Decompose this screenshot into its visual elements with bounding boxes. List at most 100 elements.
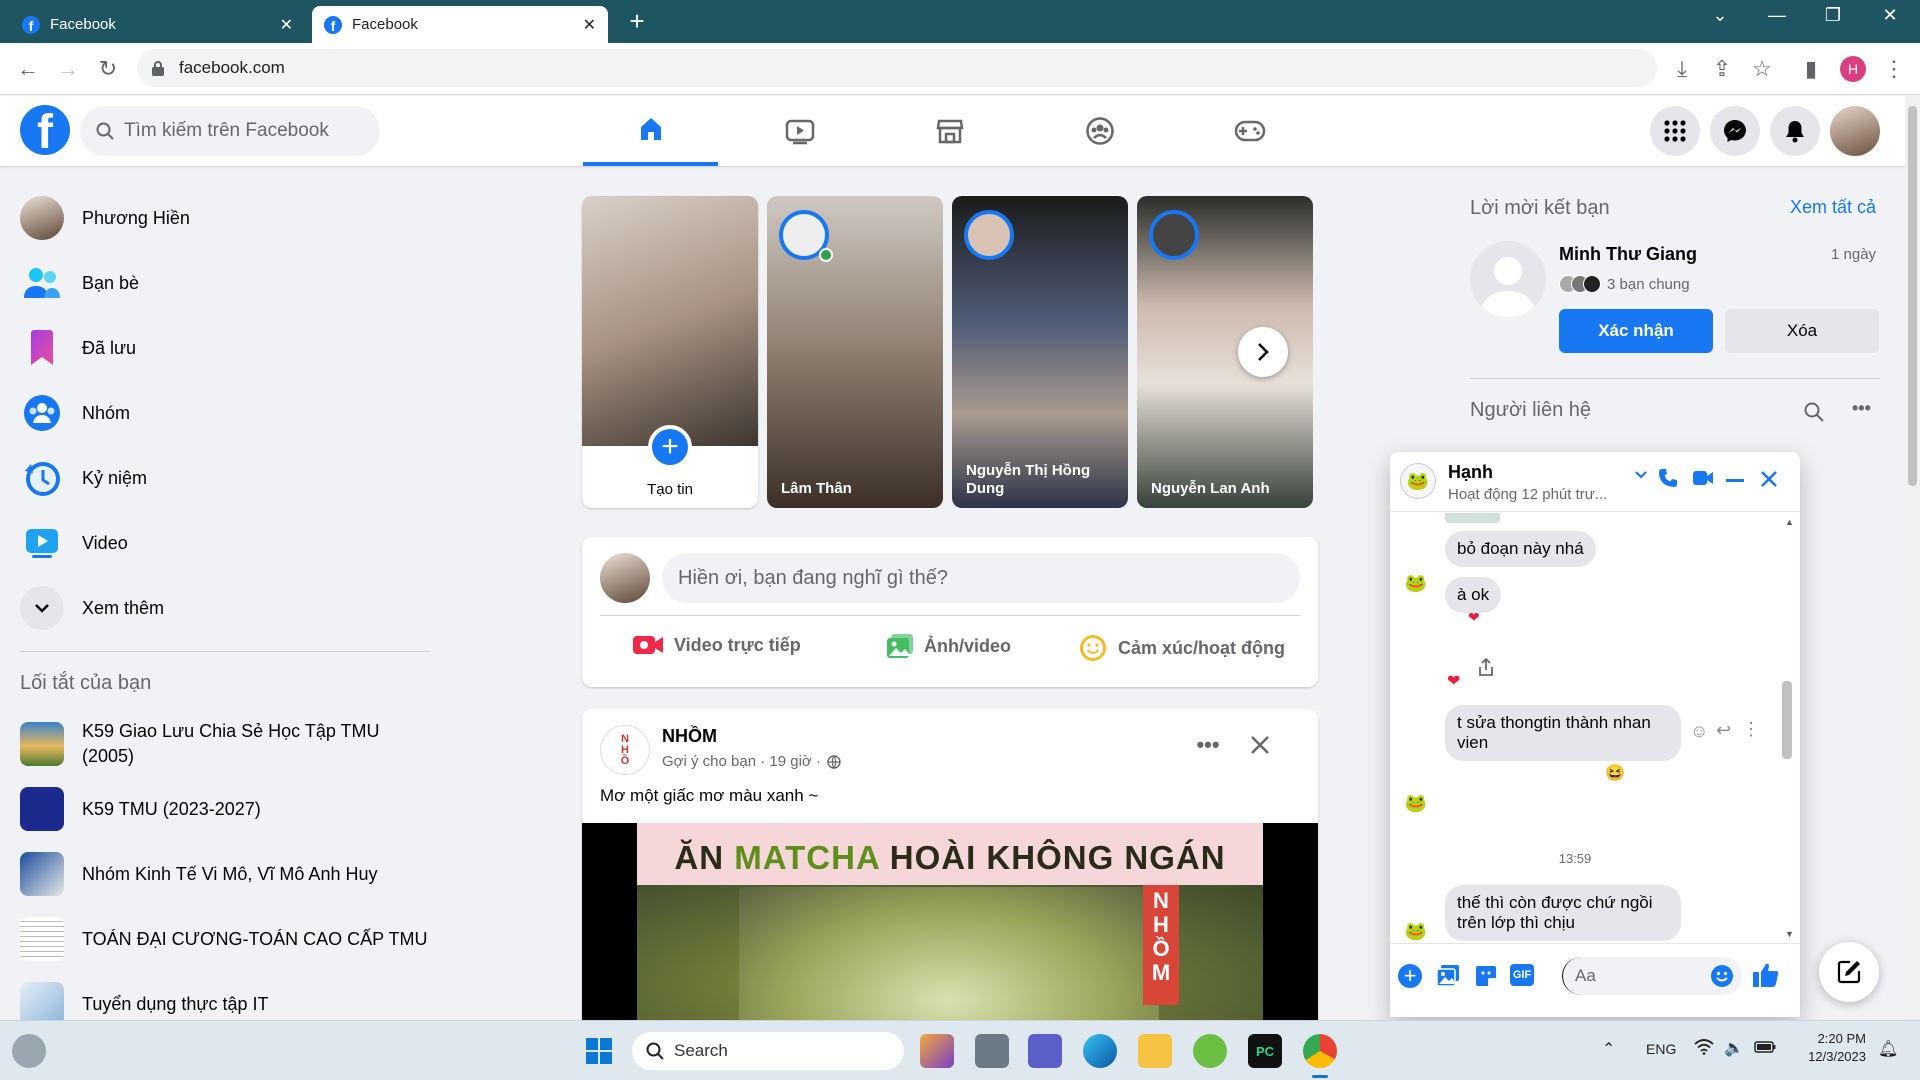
address-bar[interactable]: facebook.com — [137, 49, 1657, 87]
task-view-icon[interactable] — [975, 1034, 1009, 1068]
photo-video-button[interactable]: Ảnh/video — [886, 633, 1011, 659]
delete-button[interactable]: Xóa — [1725, 309, 1879, 353]
scroll-up-icon[interactable]: ▲ — [1785, 517, 1794, 527]
chat-avatar[interactable]: 🐸 — [1400, 463, 1436, 499]
nav-gaming-tab[interactable] — [1182, 96, 1317, 166]
install-icon[interactable]: ⤓ — [1668, 55, 1696, 83]
scrollbar-thumb[interactable] — [1782, 681, 1792, 759]
menu-grid-button[interactable] — [1650, 106, 1700, 156]
video-call-icon[interactable] — [1692, 470, 1714, 486]
sidebar-item-video[interactable]: Video — [20, 516, 440, 570]
minimize-button[interactable]: — — [1757, 5, 1797, 26]
image-icon[interactable] — [1436, 964, 1460, 988]
nav-groups-tab[interactable] — [1032, 96, 1167, 166]
share-icon[interactable]: ⇪ — [1708, 55, 1736, 83]
create-story-card[interactable]: + Tạo tin — [582, 196, 758, 508]
story-card[interactable]: Lâm Thân — [767, 196, 943, 508]
side-panel-icon[interactable]: ▮ — [1797, 55, 1825, 83]
stories-next-button[interactable] — [1238, 327, 1288, 377]
shortcut-item[interactable]: Nhóm Kinh Tế Vi Mô, Vĩ Mô Anh Huy — [20, 847, 440, 901]
chevron-up-icon[interactable]: ⌃ — [1602, 1039, 1615, 1059]
bookmark-star-icon[interactable]: ☆ — [1748, 55, 1776, 83]
maximize-button[interactable]: ❐ — [1813, 5, 1853, 26]
battery-icon[interactable] — [1754, 1041, 1776, 1053]
wifi-icon[interactable] — [1694, 1039, 1714, 1055]
teams-icon[interactable] — [1028, 1034, 1062, 1068]
page-scrollbar[interactable] — [1905, 96, 1920, 1020]
like-thumb-icon[interactable] — [1752, 962, 1780, 988]
weather-icon[interactable] — [12, 1034, 46, 1068]
facebook-logo[interactable]: f — [20, 105, 70, 155]
nav-watch-tab[interactable] — [732, 96, 867, 166]
browser-tab-1[interactable]: f Facebook ✕ — [10, 6, 305, 43]
app-icon[interactable] — [920, 1034, 954, 1068]
sticker-icon[interactable] — [1474, 964, 1498, 988]
emoji-icon[interactable] — [1710, 964, 1734, 988]
message-more-icon[interactable]: ⋮ — [1742, 719, 1760, 740]
chevron-down-icon[interactable] — [1634, 470, 1648, 480]
minimize-chat-icon[interactable] — [1726, 479, 1744, 482]
reply-icon[interactable]: ↩ — [1716, 720, 1731, 741]
sidebar-item-groups[interactable]: Nhóm — [20, 386, 440, 440]
react-icon[interactable]: ☺ — [1690, 721, 1708, 742]
gif-icon[interactable]: GIF — [1510, 964, 1534, 986]
notification-bell-icon[interactable]: 🔔︎ — [1878, 1039, 1898, 1059]
tab-search-icon[interactable]: ⌄ — [1700, 5, 1740, 26]
chat-name[interactable]: Hạnh — [1448, 462, 1493, 483]
phone-call-icon[interactable] — [1658, 468, 1678, 488]
request-name[interactable]: Minh Thư Giang — [1559, 244, 1697, 265]
clock[interactable]: 2:20 PM 12/3/2023 — [1794, 1031, 1866, 1064]
sidebar-item-see-more[interactable]: Xem thêm — [20, 581, 440, 635]
search-contacts-icon[interactable] — [1804, 402, 1824, 422]
composer-input[interactable]: Hiền ơi, bạn đang nghĩ gì thế? — [662, 553, 1300, 603]
post-image[interactable]: ĂN MATCHA HOÀI KHÔNG NGÁN NHỒM — [582, 823, 1318, 1029]
image-message[interactable] — [1445, 513, 1500, 523]
start-button[interactable] — [582, 1034, 616, 1068]
share-message-icon[interactable] — [1478, 657, 1494, 677]
taskbar-search[interactable]: Search — [632, 1032, 904, 1070]
message-bubble[interactable]: t sửa thongtin thành nhan vien — [1445, 705, 1681, 761]
more-options-icon[interactable]: ••• — [1190, 727, 1226, 763]
confirm-button[interactable]: Xác nhận — [1559, 309, 1713, 353]
new-tab-button[interactable]: + — [622, 6, 652, 37]
story-card[interactable]: Nguyễn Thị Hồng Dung — [952, 196, 1128, 508]
sidebar-item-memories[interactable]: Kỷ niệm — [20, 451, 440, 505]
file-explorer-icon[interactable] — [1138, 1034, 1172, 1068]
volume-icon[interactable]: 🔈 — [1724, 1038, 1744, 1058]
scroll-down-icon[interactable]: ▼ — [1785, 929, 1794, 939]
chat-scrollbar[interactable]: ▲ ▼ — [1780, 513, 1794, 943]
default-avatar[interactable] — [1470, 241, 1546, 317]
sidebar-item-saved[interactable]: Đã lưu — [20, 321, 440, 375]
live-video-button[interactable]: Video trực tiếp — [632, 633, 801, 657]
language-indicator[interactable]: ENG — [1646, 1041, 1676, 1057]
message-bubble[interactable]: à ok — [1445, 577, 1502, 613]
reload-icon[interactable]: ↻ — [94, 55, 122, 83]
nav-marketplace-tab[interactable] — [882, 96, 1017, 166]
page-avatar[interactable]: NHỒ — [600, 725, 650, 775]
close-chat-icon[interactable] — [1760, 470, 1778, 488]
new-message-button[interactable] — [1819, 942, 1879, 1002]
close-window-button[interactable]: ✕ — [1870, 5, 1910, 26]
message-bubble[interactable]: thế thì còn được chứ ngồi trên lớp thì c… — [1445, 885, 1681, 941]
sidebar-item-profile[interactable]: Phương Hiền — [20, 191, 440, 245]
forward-icon[interactable]: → — [54, 55, 82, 83]
see-all-link[interactable]: Xem tất cả — [1790, 197, 1876, 218]
scrollbar-thumb[interactable] — [1908, 106, 1917, 486]
browser-menu-icon[interactable]: ⋮ — [1880, 55, 1908, 83]
nav-home-tab[interactable] — [583, 96, 718, 166]
app-icon[interactable] — [1193, 1034, 1227, 1068]
contacts-more-icon[interactable]: ••• — [1852, 398, 1871, 419]
notifications-button[interactable] — [1770, 106, 1820, 156]
back-icon[interactable]: ← — [14, 55, 42, 83]
shortcut-item[interactable]: K59 TMU (2023-2027) — [20, 782, 440, 836]
pycharm-icon[interactable]: PC — [1248, 1034, 1282, 1068]
account-avatar[interactable] — [1830, 106, 1880, 156]
profile-avatar[interactable]: H — [1840, 56, 1866, 82]
search-input[interactable]: Tìm kiếm trên Facebook — [80, 106, 380, 156]
close-tab-icon[interactable]: ✕ — [583, 15, 596, 35]
feeling-activity-button[interactable]: Cảm xúc/hoạt động — [1078, 633, 1285, 663]
chrome-icon[interactable] — [1303, 1034, 1337, 1068]
plus-icon[interactable]: + — [1398, 964, 1422, 988]
close-tab-icon[interactable]: ✕ — [280, 15, 293, 35]
shortcut-item[interactable]: TOÁN ĐẠI CƯƠNG-TOÁN CAO CẤP TMU — [20, 912, 440, 966]
